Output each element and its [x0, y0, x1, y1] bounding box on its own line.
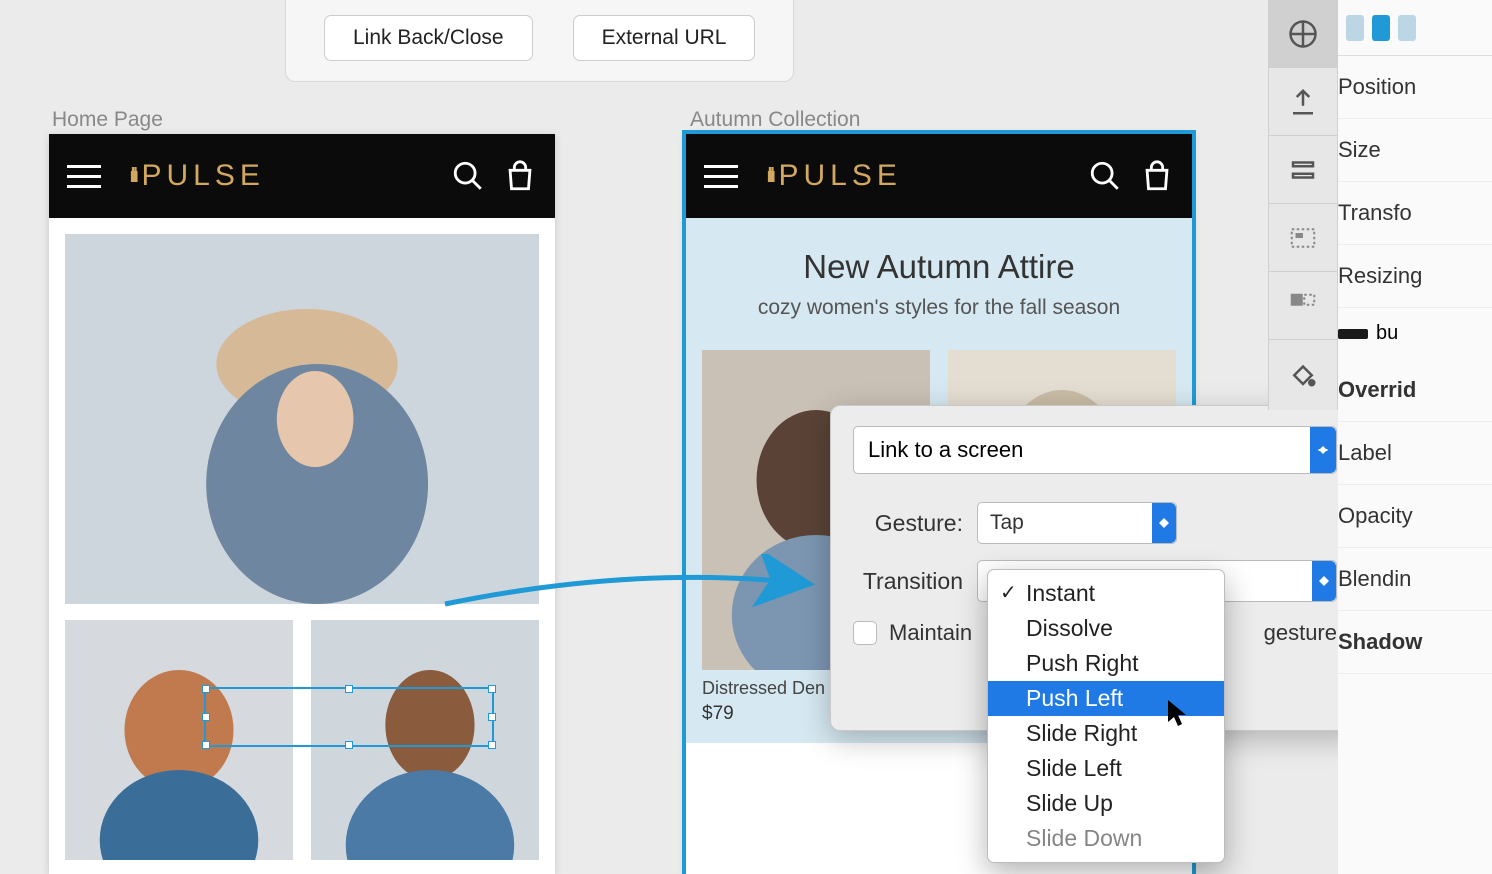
artboard-label-autumn[interactable]: Autumn Collection [690, 108, 860, 132]
stepper-icon [1312, 561, 1336, 601]
logo-wave-icon: ıllıllı [129, 165, 135, 188]
inspector-section-overrides[interactable]: Overrid [1338, 359, 1492, 422]
inspector-section-size[interactable]: Size [1338, 119, 1492, 182]
brand-logo: ıllıllı PULSE [766, 159, 1070, 193]
collection-subtitle: cozy women's styles for the fall season [686, 296, 1192, 320]
transition-option-slide-down[interactable]: Slide Down [988, 821, 1224, 856]
inspector-blending[interactable]: Blendin [1338, 548, 1492, 611]
fill-icon[interactable] [1269, 340, 1337, 408]
brand-name: PULSE [141, 159, 264, 193]
link-target-value: Link to a screen [868, 437, 1023, 463]
maintain-scroll-label-right: gesture [1264, 620, 1337, 646]
inspector-opacity[interactable]: Opacity [1338, 485, 1492, 548]
transition-option-dissolve[interactable]: Dissolve [988, 611, 1224, 646]
brand-logo: ıllıllı PULSE [129, 159, 433, 193]
inspector-section-shadows[interactable]: Shadow [1338, 611, 1492, 674]
link-toolbar: Link Back/Close External URL [285, 0, 794, 82]
maintain-scroll-label-left: Maintain [889, 620, 972, 646]
transition-option-push-right[interactable]: Push Right [988, 646, 1224, 681]
inspector-section-position[interactable]: Position [1338, 56, 1492, 119]
selected-layer-row[interactable]: bu [1338, 308, 1492, 359]
shopping-bag-icon[interactable] [503, 159, 537, 193]
artboard-home[interactable]: ıllıllı PULSE New Autumn Attire Shop New… [49, 134, 555, 874]
collection-title: New Autumn Attire [686, 248, 1192, 286]
distribute-icon[interactable] [1269, 136, 1337, 204]
inspector-label[interactable]: Label [1338, 422, 1492, 485]
layout-icon[interactable] [1269, 204, 1337, 272]
mouse-cursor-icon [1168, 700, 1190, 733]
link-back-close-button[interactable]: Link Back/Close [324, 15, 533, 61]
search-icon[interactable] [451, 159, 485, 193]
stepper-icon [1152, 503, 1176, 543]
external-url-button[interactable]: External URL [573, 15, 756, 61]
layer-swatch-icon [1338, 329, 1368, 339]
artboard-label-home[interactable]: Home Page [52, 108, 163, 132]
logo-wave-icon: ıllıllı [766, 165, 772, 188]
resize-icon[interactable] [1269, 272, 1337, 340]
app-header: ıllıllı PULSE [686, 134, 1192, 218]
layer-name: bu [1376, 322, 1398, 345]
transition-option-slide-up[interactable]: Slide Up [988, 786, 1224, 821]
app-header: ıllıllı PULSE [49, 134, 555, 218]
brand-name: PULSE [778, 159, 901, 193]
transition-option-slide-left[interactable]: Slide Left [988, 751, 1224, 786]
transition-label: Transition [853, 568, 963, 595]
gesture-value: Tap [990, 511, 1024, 535]
inspector-section-resizing[interactable]: Resizing [1338, 245, 1492, 308]
shopping-bag-icon[interactable] [1140, 159, 1174, 193]
inspector-icon-strip [1268, 0, 1338, 410]
gesture-select[interactable]: Tap [977, 502, 1177, 544]
search-icon[interactable] [1088, 159, 1122, 193]
inspector-section-transform[interactable]: Transfo [1338, 182, 1492, 245]
stepper-icon [1310, 427, 1336, 473]
hamburger-icon[interactable] [67, 165, 101, 188]
inspector-panel: Position Size Transfo Resizing bu Overri… [1338, 0, 1492, 874]
hamburger-icon[interactable] [704, 165, 738, 188]
inspector-tabs[interactable] [1338, 0, 1492, 56]
export-icon[interactable] [1269, 68, 1337, 136]
hero-image: New Autumn Attire Shop New Collection [65, 234, 539, 604]
maintain-scroll-checkbox[interactable] [853, 621, 877, 645]
gesture-label: Gesture: [853, 510, 963, 537]
align-tab-icon[interactable] [1269, 0, 1337, 68]
selection-outline [206, 689, 492, 745]
transition-option-instant[interactable]: Instant [988, 576, 1224, 611]
link-target-select[interactable]: Link to a screen [853, 426, 1337, 474]
